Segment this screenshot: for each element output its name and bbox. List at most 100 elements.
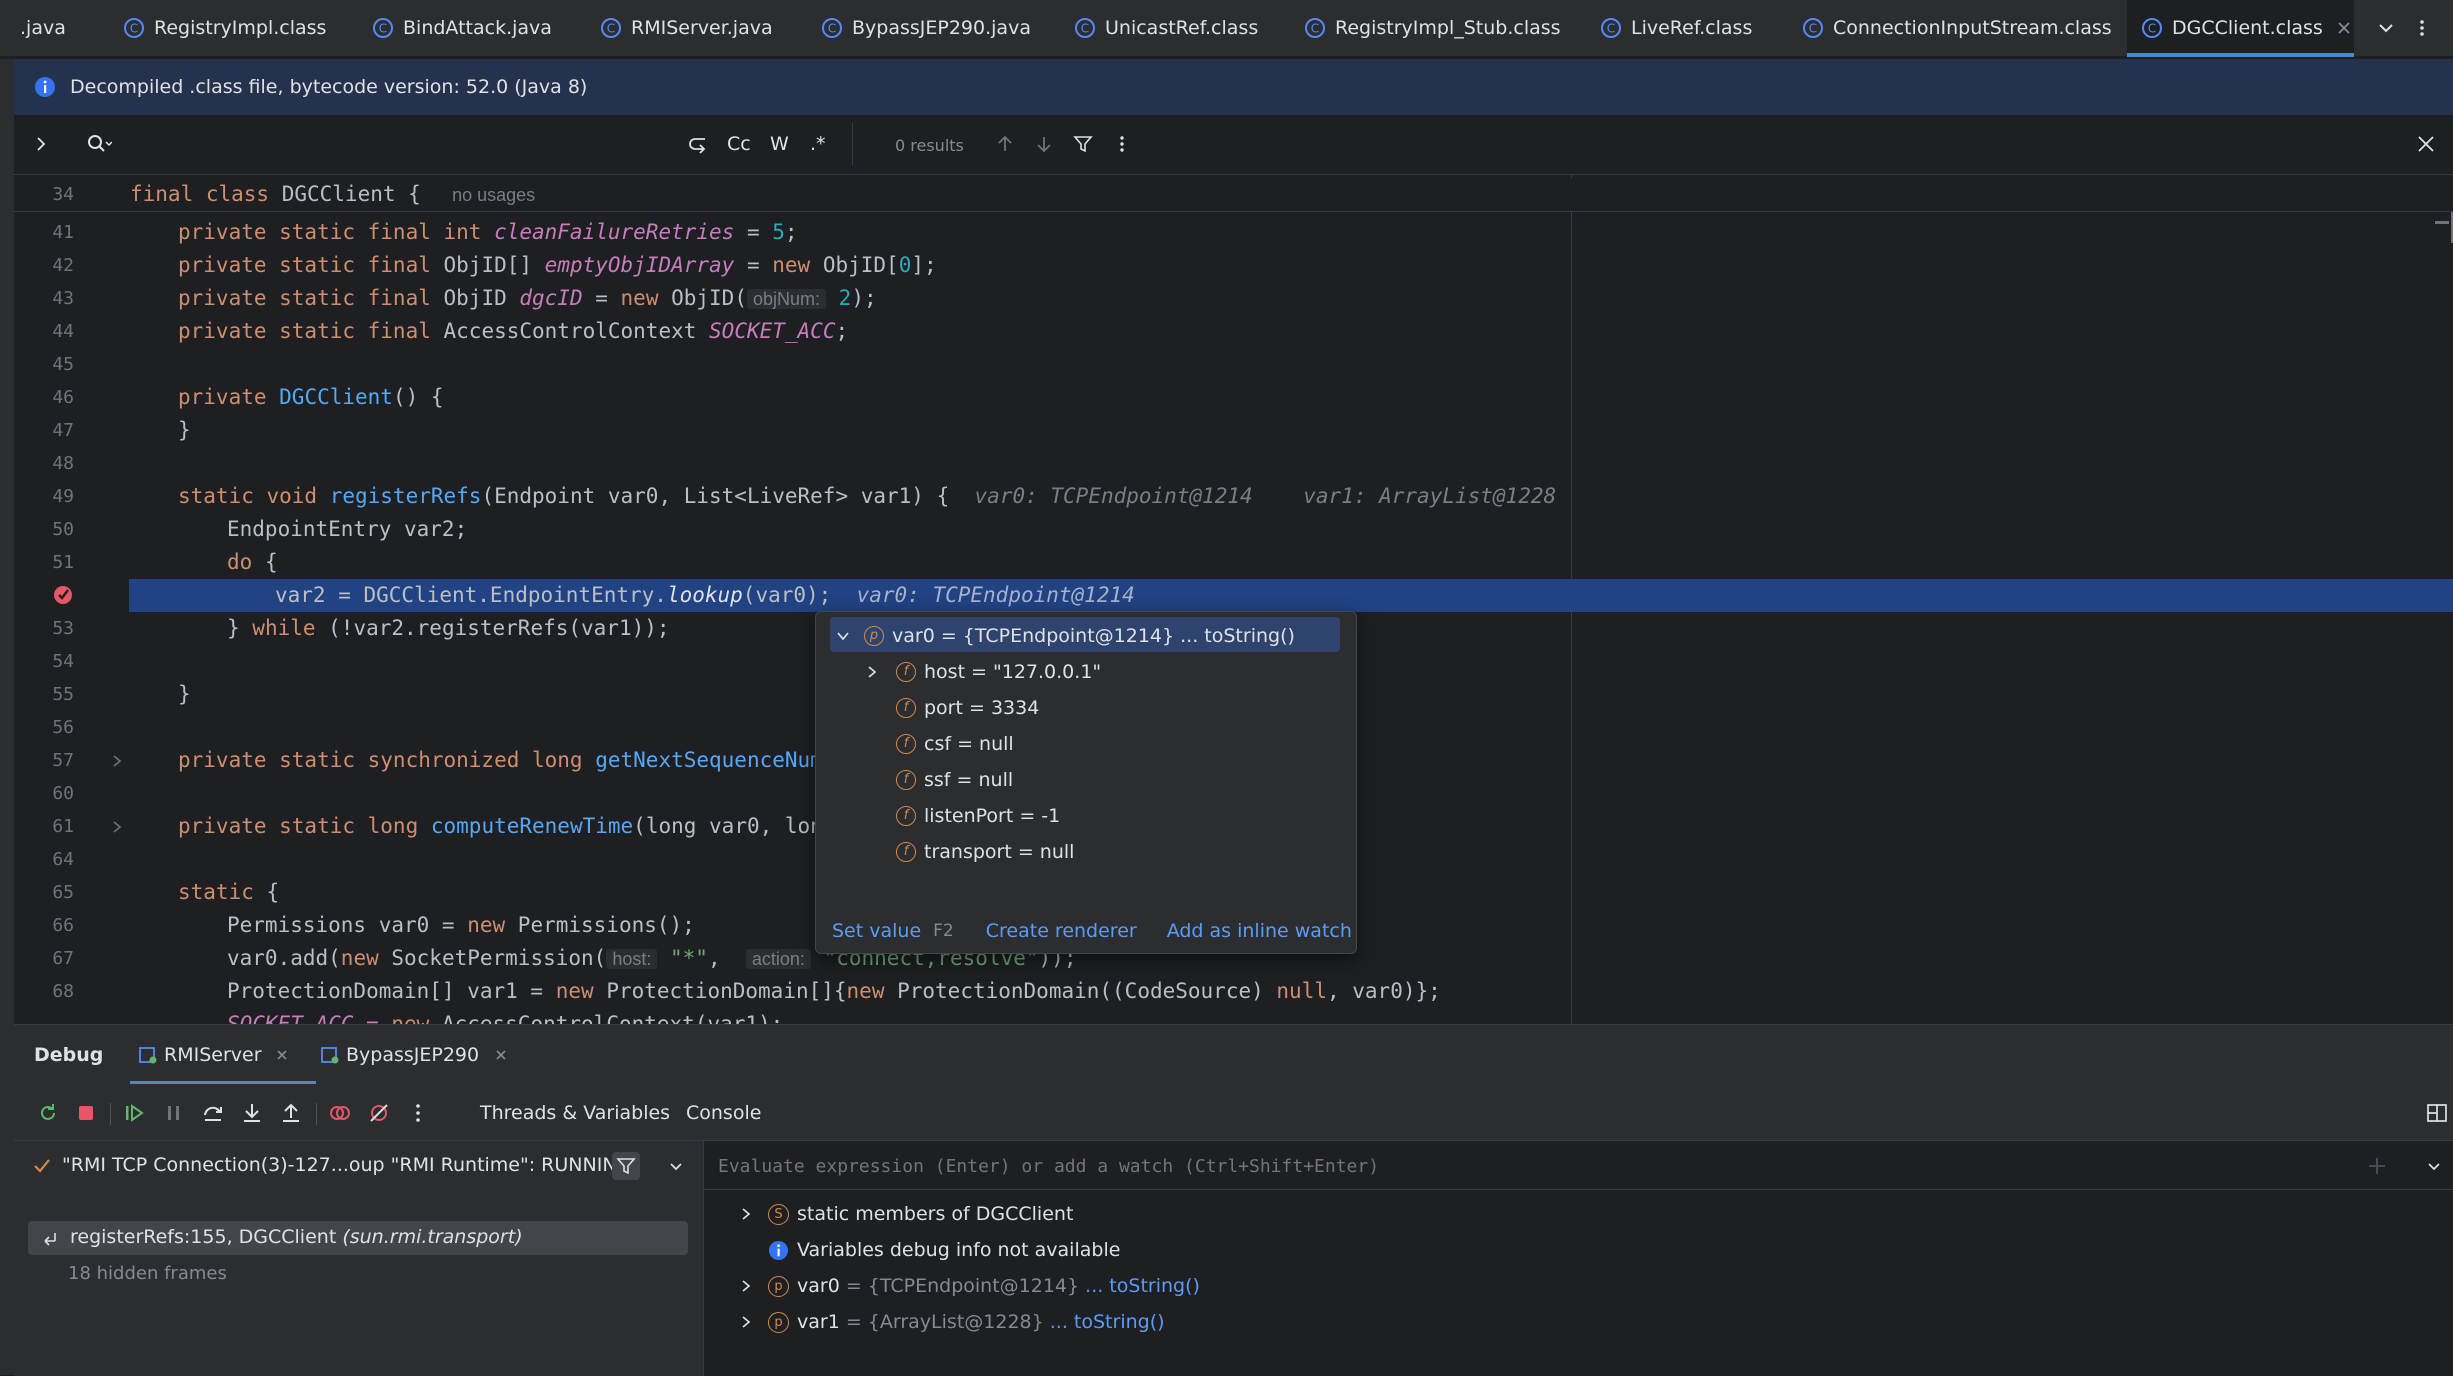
chevron-right-icon[interactable]	[740, 1208, 752, 1220]
code-token: registerRefs	[329, 484, 482, 508]
tab-threads-variables[interactable]: Threads & Variables	[474, 1102, 676, 1124]
to-string-link[interactable]: ... toString()	[1079, 1275, 1200, 1297]
field-icon: f	[896, 697, 916, 718]
session-tab-rmiserver[interactable]: RMIServer	[138, 1044, 288, 1066]
code-token: }	[178, 682, 191, 706]
debug-tool-window: Debug RMIServer BypassJEP290 Threads & V…	[14, 1024, 2453, 1376]
add-inline-watch-link[interactable]: Add as inline watch	[1167, 920, 1352, 942]
view-breakpoints-icon[interactable]	[328, 1101, 352, 1125]
regex-toggle[interactable]: .*	[810, 133, 826, 155]
close-icon[interactable]	[2337, 21, 2351, 35]
arrow-up-icon[interactable]	[995, 134, 1015, 154]
popup-root-row[interactable]: p var0 = {TCPEndpoint@1214} ... toString…	[836, 619, 1295, 652]
arrow-down-icon[interactable]	[1034, 134, 1054, 154]
rerun-icon[interactable]	[36, 1101, 60, 1125]
search-input[interactable]	[122, 127, 676, 163]
code-token: computeRenewTime	[430, 814, 634, 838]
evaluate-expression-input[interactable]	[716, 1147, 2320, 1185]
inline-debug-value: var0: TCPEndpoint@1214	[856, 583, 1135, 607]
chevron-right-icon[interactable]	[740, 1316, 752, 1328]
variable-name: var1	[797, 1311, 840, 1333]
chevron-down-icon[interactable]	[2426, 1158, 2442, 1174]
resume-icon[interactable]	[122, 1101, 146, 1125]
popup-field-row[interactable]: f transport = null	[896, 835, 1074, 868]
thread-selector[interactable]: "RMI TCP Connection(3)-127...oup "RMI Ru…	[62, 1154, 631, 1176]
chevron-right-icon[interactable]	[32, 135, 50, 153]
mute-breakpoints-icon[interactable]	[367, 1101, 391, 1125]
search-icon[interactable]	[86, 133, 112, 155]
set-value-link[interactable]: Set value	[832, 920, 921, 942]
filter-icon[interactable]	[1073, 134, 1093, 154]
stack-frame-row[interactable]: registerRefs:155, DGCClient (sun.rmi.tra…	[28, 1221, 688, 1255]
transient-field-icon: f	[896, 733, 916, 754]
tab-bypassjep290-java[interactable]: C BypassJEP290.java	[821, 0, 1031, 56]
hidden-frames-label[interactable]: 18 hidden frames	[68, 1263, 227, 1284]
session-tab-bypassjep290[interactable]: BypassJEP290	[320, 1044, 507, 1066]
code-token: new	[467, 913, 518, 937]
chevron-down-icon[interactable]	[2376, 18, 2396, 38]
code-token: var0.add(	[227, 946, 341, 970]
tab-label: BypassJEP290.java	[852, 17, 1031, 39]
close-icon[interactable]	[495, 1049, 507, 1061]
popup-field-row[interactable]: f csf = null	[896, 727, 1014, 760]
step-out-icon[interactable]	[279, 1101, 303, 1125]
tab-liveref-class[interactable]: C LiveRef.class	[1600, 0, 1752, 56]
create-renderer-link[interactable]: Create renderer	[986, 920, 1137, 942]
layout-icon[interactable]	[2426, 1102, 2448, 1124]
popup-field-row[interactable]: f ssf = null	[896, 763, 1013, 796]
transient-field-icon: f	[896, 769, 916, 790]
tab-rmiserver-java[interactable]: C RMIServer.java	[600, 0, 773, 56]
to-string-link[interactable]: ... toString()	[1044, 1311, 1165, 1333]
tab-connectioninputstream-class[interactable]: C ConnectionInputStream.class	[1802, 0, 2112, 56]
tab-unicastref-class[interactable]: C UnicastRef.class	[1074, 0, 1258, 56]
code-token: ObjID[	[822, 253, 899, 277]
pause-icon[interactable]	[162, 1101, 186, 1125]
tab-console[interactable]: Console	[686, 1102, 761, 1124]
step-over-icon[interactable]	[201, 1101, 225, 1125]
check-icon	[34, 1159, 50, 1173]
tab-registryimpl-class[interactable]: C RegistryImpl.class	[123, 0, 326, 56]
fold-expand-icon[interactable]	[110, 754, 124, 768]
tab-java[interactable]: .java	[20, 0, 66, 56]
divider	[316, 1103, 317, 1125]
breakpoint-icon[interactable]	[52, 584, 74, 606]
class-file-icon: C	[1601, 18, 1621, 38]
variable-row[interactable]: S static members of DGCClient	[740, 1199, 1073, 1229]
add-watch-icon[interactable]	[2366, 1155, 2388, 1177]
variable-row[interactable]: p var1 = {ArrayList@1228} ... toString()	[740, 1307, 1165, 1337]
line-number: 44	[52, 321, 74, 342]
chevron-right-icon[interactable]	[740, 1280, 752, 1292]
match-wrap-icon[interactable]	[687, 134, 709, 156]
chevron-right-icon[interactable]	[866, 665, 878, 678]
match-case-toggle[interactable]: Cc	[727, 133, 751, 155]
whole-word-toggle[interactable]: W	[770, 133, 789, 155]
popup-field-row[interactable]: f listenPort = -1	[896, 799, 1060, 832]
close-icon[interactable]	[2416, 134, 2436, 154]
close-icon[interactable]	[276, 1049, 288, 1061]
popup-field-row[interactable]: f host = "127.0.0.1"	[866, 655, 1101, 688]
tab-registryimpl-stub-class[interactable]: C RegistryImpl_Stub.class	[1304, 0, 1561, 56]
code-line-44: 44 private static final AccessControlCon…	[14, 315, 2453, 348]
more-vertical-icon[interactable]	[1112, 134, 1132, 154]
shortcut-hint: F2	[933, 920, 954, 941]
code-token: (var0);	[742, 583, 832, 607]
inline-debug-value: var1: ArrayList@1228	[1303, 484, 1557, 508]
chevron-down-icon[interactable]	[668, 1158, 684, 1174]
code-line-50: 50 EndpointEntry var2;	[14, 513, 2453, 546]
popup-field-label: listenPort = -1	[924, 804, 1061, 827]
class-file-icon: C	[1803, 18, 1823, 38]
code-token: }	[227, 616, 253, 640]
more-vertical-icon[interactable]	[406, 1101, 430, 1125]
fold-expand-icon[interactable]	[110, 820, 124, 834]
more-vertical-icon[interactable]	[2412, 18, 2432, 38]
tab-dgcclient-class[interactable]: C DGCClient.class	[2127, 0, 2354, 57]
step-into-icon[interactable]	[240, 1101, 264, 1125]
field-icon: f	[896, 841, 916, 862]
tab-bindattack-java[interactable]: C BindAttack.java	[372, 0, 552, 56]
inline-debug-value: var0: TCPEndpoint@1214	[974, 484, 1253, 508]
variable-row[interactable]: p var0 = {TCPEndpoint@1214} ... toString…	[740, 1271, 1200, 1301]
popup-field-row[interactable]: f port = 3334	[896, 691, 1039, 724]
stop-icon[interactable]	[74, 1101, 98, 1125]
chevron-down-icon[interactable]	[836, 629, 850, 643]
filter-icon[interactable]	[612, 1152, 640, 1180]
